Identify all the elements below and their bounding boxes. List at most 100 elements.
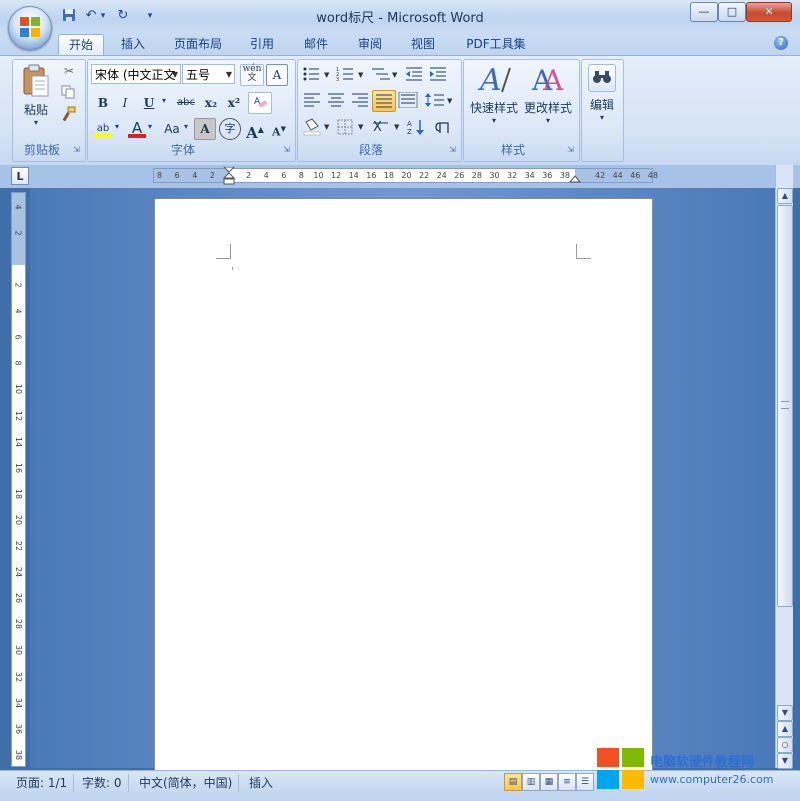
status-page[interactable]: 页面: 1/1 [10, 774, 75, 792]
underline-dropdown-icon[interactable]: ▾ [162, 96, 166, 105]
font-size-combo[interactable]: 五号 ▼ [182, 64, 235, 84]
paste-icon [23, 64, 49, 97]
ruler-number: 30 [489, 171, 500, 180]
align-right-icon[interactable] [350, 92, 370, 108]
copy-icon[interactable] [61, 85, 77, 101]
ruler-number: 2 [246, 171, 252, 180]
office-button[interactable] [8, 6, 52, 50]
full-screen-reading-icon[interactable]: ▥ [522, 773, 540, 791]
scroll-thumb[interactable] [777, 205, 793, 607]
status-language[interactable]: 中文(简体，中国) [133, 774, 240, 792]
change-case-dropdown-icon[interactable]: ▾ [184, 122, 188, 131]
tab-selector-icon[interactable]: L [11, 167, 29, 185]
chevron-down-icon: ▾ [545, 116, 550, 125]
grow-font-button[interactable]: A▲ [244, 118, 266, 142]
right-indent-marker-icon[interactable] [569, 175, 581, 183]
line-spacing-icon[interactable]: ▼ [424, 92, 454, 108]
quick-styles-button[interactable]: A 快速样式 ▾ [468, 62, 520, 138]
undo-dropdown-icon[interactable]: ▾ [98, 8, 108, 24]
distributed-icon[interactable] [398, 92, 418, 108]
maximize-button[interactable]: □ [718, 2, 746, 22]
font-color-button[interactable]: A [126, 117, 148, 139]
increase-indent-icon[interactable] [428, 66, 448, 82]
select-browse-object-icon[interactable]: ○ [777, 737, 793, 753]
font-name-combo[interactable]: 宋体 (中文正文 ▼ [91, 64, 181, 84]
tab-references[interactable]: 引用 [242, 34, 282, 55]
document-page[interactable] [154, 198, 653, 775]
tab-mailings[interactable]: 邮件 [294, 34, 338, 55]
outline-view-icon[interactable]: ≡ [558, 773, 576, 791]
sort-icon[interactable]: AZ [406, 118, 428, 136]
scroll-down-icon[interactable]: ▼ [777, 705, 793, 721]
change-case-button[interactable]: Aa [158, 118, 186, 140]
next-page-icon[interactable]: ▼ [777, 753, 793, 769]
justify-button[interactable] [372, 90, 396, 112]
decrease-indent-icon[interactable] [404, 66, 424, 82]
strikethrough-button[interactable]: abc [172, 92, 200, 114]
cut-icon[interactable]: ✂ [61, 64, 77, 80]
tab-page-layout[interactable]: 页面布局 [166, 34, 230, 55]
paragraph-launcher-icon[interactable]: ⇲ [448, 145, 457, 154]
italic-button[interactable]: I [114, 92, 136, 114]
redo-icon[interactable]: ↻ [114, 8, 132, 24]
scroll-up-icon[interactable]: ▲ [777, 188, 793, 204]
tab-pdf-tools[interactable]: PDF工具集 [456, 34, 536, 55]
close-button[interactable]: ✕ [746, 2, 792, 22]
clear-formatting-icon[interactable]: A [248, 92, 272, 114]
subscript-button[interactable]: x₂ [200, 92, 222, 114]
align-center-icon[interactable] [326, 92, 346, 108]
draft-view-icon[interactable]: ☰ [576, 773, 594, 791]
highlight-dropdown-icon[interactable]: ▾ [115, 122, 119, 131]
tab-insert[interactable]: 插入 [111, 34, 155, 55]
char-shading-button[interactable]: A [194, 118, 216, 140]
status-word-count[interactable]: 字数: 0 [76, 774, 129, 792]
web-layout-icon[interactable]: ▦ [540, 773, 558, 791]
multilevel-list-icon[interactable]: ▼ [370, 66, 400, 82]
tab-review[interactable]: 审阅 [348, 34, 392, 55]
svg-text:▼: ▼ [392, 71, 398, 79]
font-color-dropdown-icon[interactable]: ▾ [148, 122, 152, 131]
shading-icon[interactable]: ▼ [302, 118, 332, 136]
ruler-number: 38 [14, 749, 24, 760]
print-layout-icon[interactable]: ▤ [504, 773, 522, 791]
paste-button[interactable]: 粘贴 ▾ [17, 64, 55, 136]
vertical-ruler[interactable]: 4 2 2 4 6 8 10 12 14 16 18 20 22 24 26 28 30 32 34 36 38 [11, 192, 26, 767]
ruler-number: 8 [157, 171, 163, 180]
enclose-char-button[interactable]: 字 [219, 118, 241, 140]
underline-button[interactable]: U [138, 92, 160, 114]
change-styles-button[interactable]: AA 更改样式 ▾ [522, 62, 574, 138]
shrink-font-button[interactable]: A▼ [268, 118, 290, 140]
chevron-down-icon: ▼ [225, 70, 232, 79]
show-marks-icon[interactable] [434, 118, 454, 136]
horizontal-ruler[interactable]: 8642 2 4 6 8 10 12 14 16 18 20 22 24 26 28 30 32 34 36 38 4… [153, 167, 658, 185]
customize-qat-icon[interactable]: ▾ [144, 8, 156, 24]
status-insert-mode[interactable]: 插入 [243, 774, 279, 792]
superscript-button[interactable]: x² [223, 92, 245, 114]
phonetic-guide-icon[interactable]: wén 文 [240, 64, 264, 86]
minimize-button[interactable]: — [690, 2, 718, 22]
bold-button[interactable]: B [92, 92, 114, 114]
highlight-button[interactable]: ab [92, 118, 114, 140]
chinese-layout-icon[interactable]: X ▼ [372, 118, 402, 136]
editing-button[interactable]: 编辑 ▾ [584, 64, 620, 134]
styles-group-label: 样式 [500, 143, 525, 157]
save-icon[interactable] [60, 8, 78, 24]
tab-view[interactable]: 视图 [401, 34, 445, 55]
justify-icon [376, 94, 392, 108]
ruler-number: 34 [14, 697, 24, 708]
styles-launcher-icon[interactable]: ⇲ [566, 145, 575, 154]
previous-page-icon[interactable]: ▲ [777, 721, 793, 737]
numbering-icon[interactable]: 123▼ [336, 66, 366, 82]
format-painter-icon[interactable] [61, 106, 77, 122]
borders-icon[interactable]: ▼ [336, 118, 366, 136]
font-launcher-icon[interactable]: ⇲ [282, 145, 291, 154]
ruler-number: 28 [471, 171, 482, 180]
clipboard-launcher-icon[interactable]: ⇲ [72, 145, 81, 154]
align-left-icon[interactable] [302, 92, 322, 108]
char-border-icon[interactable]: A [266, 64, 288, 86]
bullets-icon[interactable]: ▼ [302, 66, 332, 82]
indent-marker-icon[interactable] [223, 167, 235, 185]
ruler-number: 10 [14, 384, 24, 395]
help-icon[interactable]: ? [774, 36, 788, 50]
tab-home[interactable]: 开始 [58, 34, 104, 56]
